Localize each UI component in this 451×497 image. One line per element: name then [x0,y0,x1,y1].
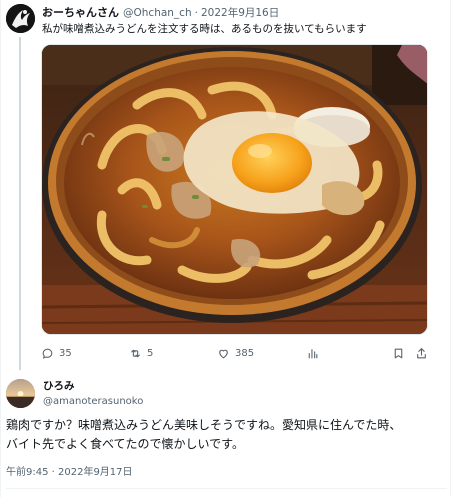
bookmark-button[interactable] [392,343,410,363]
tweet-text-line: 鶏肉ですか？味噌煮込みうどん美味しそうですね。愛知県に住んでた時、 [6,418,402,432]
retweet-button[interactable]: 5 [129,343,153,363]
tweet-thread: おーちゃんさん @Ohchan_ch · 2022年9月16日 私が味噌煮込みう… [0,0,451,497]
thread-connector-line [19,37,21,370]
bookmark-icon [394,348,403,358]
avatar[interactable] [6,379,35,408]
analytics-icon [308,348,318,358]
display-name[interactable]: おーちゃんさん [42,5,119,21]
reply-count: 35 [59,347,72,359]
tweet-date[interactable]: 2022年9月16日 [201,5,279,21]
divider [6,488,447,489]
view-analytics-button[interactable] [306,343,324,363]
original-tweet[interactable]: おーちゃんさん @Ohchan_ch · 2022年9月16日 私が味噌煮込みう… [1,0,451,370]
reply-icon [42,348,53,359]
user-handle[interactable]: @Ohchan_ch [123,5,192,21]
header-separator: · [194,7,198,19]
tweet-text: 鶏肉ですか？味噌煮込みうどん美味しそうですね。愛知県に住んでた時、 バイト先でよ… [6,416,446,454]
like-button[interactable]: 385 [217,343,254,363]
user-handle[interactable]: @amanoterasunoko [43,395,143,409]
tweet-header: おーちゃんさん @Ohchan_ch · 2022年9月16日 [42,5,279,21]
tweet-timestamp[interactable]: 午前9:45 · 2022年9月17日 [6,466,133,480]
tweet-text: 私が味噌煮込みうどんを注文する時は、あるものを抜いてもらいます [42,23,367,35]
tweet-text-line: バイト先でよく食べてたので懐かしいです。 [6,437,244,451]
display-name[interactable]: ひろみ [43,379,75,394]
reply-button[interactable]: 35 [41,343,72,363]
reply-tweet[interactable]: ひろみ @amanoterasunoko 鶏肉ですか？味噌煮込みうどん美味しそう… [1,370,451,497]
share-button[interactable] [415,343,433,363]
tweet-action-bar: 35 5 385 [41,343,431,363]
heart-icon [219,349,228,358]
share-icon [417,347,426,358]
like-count: 385 [235,347,255,359]
miso-nikomi-udon-photo[interactable] [41,44,428,335]
avatar[interactable] [6,4,35,33]
retweet-count: 5 [147,347,154,359]
retweet-icon [131,349,140,357]
